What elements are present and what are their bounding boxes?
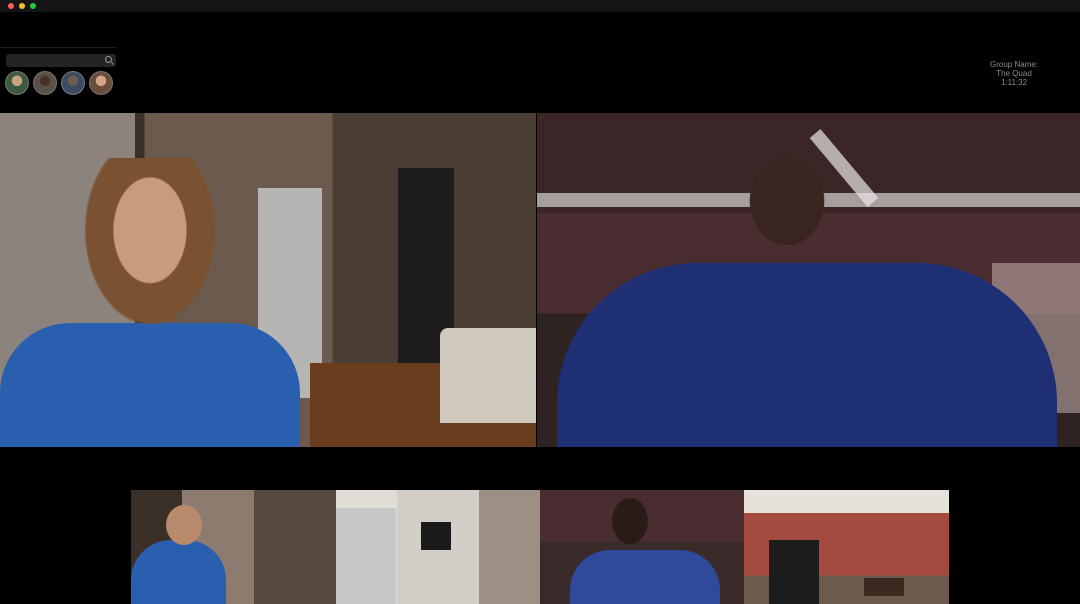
group-info: Group Name: The Quad 1:11:32 [974, 60, 1054, 87]
participant-video [722, 138, 852, 278]
video-tile-main-right[interactable] [537, 113, 1080, 447]
avatar[interactable] [89, 71, 113, 95]
video-thumbnail-2[interactable] [336, 490, 540, 604]
divider [0, 47, 116, 48]
close-window-button[interactable] [8, 3, 14, 9]
maximize-window-button[interactable] [30, 3, 36, 9]
participant-video [0, 158, 300, 447]
video-thumbnail-3[interactable] [540, 490, 744, 604]
avatar[interactable] [33, 71, 57, 95]
video-thumbnail-1[interactable] [131, 490, 336, 604]
group-name: The Quad [996, 69, 1032, 78]
video-thumbnail-4[interactable] [744, 490, 949, 604]
participant-video [166, 505, 202, 545]
group-name-label: Group Name: [989, 60, 1039, 69]
video-background [769, 540, 819, 604]
participant-video [557, 263, 1057, 447]
participant-video [570, 550, 720, 604]
participant-video [612, 498, 648, 544]
video-background [336, 508, 396, 604]
window-titlebar [0, 0, 1080, 12]
avatar[interactable] [61, 71, 85, 95]
minimize-window-button[interactable] [19, 3, 25, 9]
video-tile-main-left[interactable] [0, 113, 536, 447]
call-duration: 1:11:32 [1000, 78, 1028, 87]
video-background [440, 328, 536, 423]
video-background [864, 578, 904, 596]
participant-video [131, 540, 226, 604]
search-icon[interactable] [105, 56, 112, 63]
video-background [421, 522, 451, 550]
avatar[interactable] [5, 71, 29, 95]
search-input[interactable] [6, 54, 116, 67]
